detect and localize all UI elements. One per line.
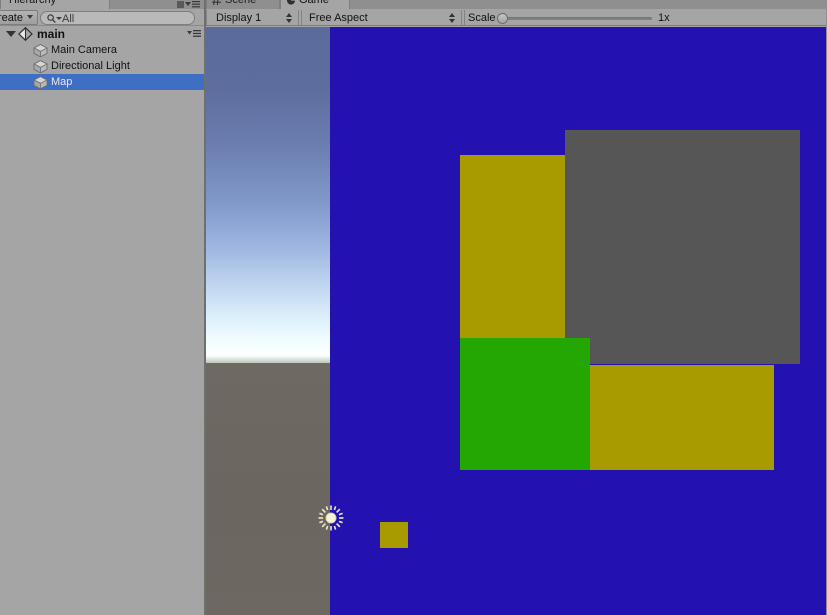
hierarchy-toolbar: Create All (0, 9, 204, 26)
hierarchy-row-directional-light[interactable]: Directional Light (0, 58, 204, 74)
skybox-sky (206, 27, 330, 363)
scale-value: 1x (658, 12, 670, 24)
hierarchy-tree: main Main Camera Directional Light Map (0, 26, 204, 615)
popup-arrows-icon (449, 13, 456, 23)
hierarchy-row-label: Directional Light (51, 60, 130, 72)
chevron-down-icon (27, 15, 33, 19)
panel-menu-icon[interactable] (185, 0, 200, 9)
hierarchy-panel: Hierarchy Create (0, 0, 204, 615)
tab-game-label: Game (299, 0, 329, 6)
scene-view-icon (212, 0, 221, 6)
tab-scene-label: Scene (225, 0, 257, 6)
scene-quad-gray (565, 130, 800, 364)
tab-hierarchy-label: Hierarchy (9, 0, 57, 6)
scene-quad-yellow-right (590, 365, 774, 470)
scene-quad-yellow-top (460, 155, 565, 338)
gameobject-cube-icon (33, 76, 48, 90)
scale-slider-handle[interactable] (497, 13, 508, 24)
hierarchy-row-label: Map (51, 76, 73, 88)
display-dropdown-label: Display 1 (216, 12, 262, 24)
gameobject-cube-icon (33, 60, 48, 74)
scale-slider[interactable] (500, 17, 652, 20)
hierarchy-row-scene-main[interactable]: main (0, 26, 204, 42)
game-view-icon (286, 0, 295, 5)
game-tab-strip-filler (352, 0, 827, 9)
lock-icon[interactable] (177, 1, 184, 8)
scene-quad-small-yellow (380, 522, 408, 548)
scene-quad-green (460, 338, 590, 470)
game-render-surface[interactable] (206, 27, 827, 615)
hierarchy-row-label: main (37, 27, 66, 41)
create-button-label: Create (0, 12, 23, 24)
game-tab-strip: Scene Game (206, 0, 827, 9)
hierarchy-row-label: Main Camera (51, 44, 118, 56)
scale-label: Scale (468, 12, 496, 24)
unity-editor-window: Hierarchy Create (0, 0, 827, 615)
tab-game[interactable]: Game (280, 0, 350, 9)
display-dropdown[interactable]: Display 1 (209, 11, 299, 25)
game-view-toolbar: Display 1 Free Aspect Scale 1x (206, 9, 827, 26)
skybox-ground (206, 363, 330, 615)
hierarchy-tab-strip: Hierarchy (0, 0, 204, 9)
hierarchy-row-main-camera[interactable]: Main Camera (0, 42, 204, 58)
tab-hierarchy[interactable]: Hierarchy (0, 0, 110, 9)
hierarchy-row-map[interactable]: Map (0, 74, 204, 90)
search-input-value: All (62, 13, 75, 25)
scene-menu-icon[interactable] (187, 28, 201, 42)
popup-arrows-icon (286, 13, 293, 23)
create-button[interactable]: Create (0, 10, 38, 25)
aspect-ratio-label: Free Aspect (309, 12, 368, 24)
chevron-down-icon[interactable] (6, 31, 16, 37)
unity-scene-icon (18, 26, 33, 42)
game-view-panel: Scene Game Display 1 Free Aspect Scale 1… (206, 0, 827, 615)
directional-light-gizmo-icon[interactable] (318, 505, 344, 531)
aspect-ratio-dropdown[interactable]: Free Aspect (302, 11, 462, 25)
gameobject-cube-icon (33, 44, 48, 58)
tab-scene[interactable]: Scene (206, 0, 280, 9)
search-input[interactable]: All (40, 11, 195, 25)
search-icon (47, 14, 56, 26)
